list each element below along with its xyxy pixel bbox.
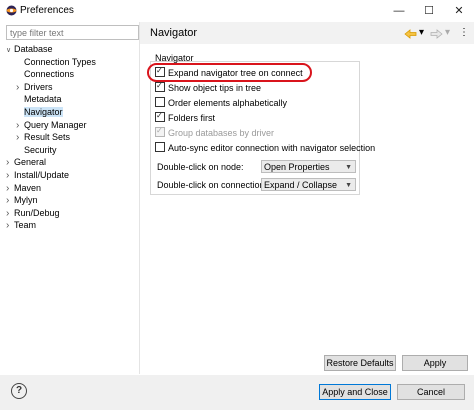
tree-item-team[interactable]: › Team xyxy=(6,219,36,231)
option-label: Auto-sync editor connection with navigat… xyxy=(168,143,376,153)
tree-item-run-debug[interactable]: › Run/Debug xyxy=(6,207,60,219)
chevron-right-icon[interactable]: › xyxy=(6,220,14,232)
tree-item-install-update[interactable]: › Install/Update xyxy=(6,169,69,181)
checkbox-checked-icon xyxy=(155,125,165,137)
minimize-button[interactable]: — xyxy=(384,0,414,22)
chevron-right-icon[interactable]: › xyxy=(6,208,14,220)
option-checkbox[interactable]: Folders first xyxy=(155,110,216,124)
tree-item-navigator[interactable]: Navigator xyxy=(16,106,63,118)
chevron-down-icon[interactable]: ∨ xyxy=(6,45,14,57)
dblclick-node-value: Open Properties xyxy=(264,162,330,172)
tree-item-maven[interactable]: › Maven xyxy=(6,182,41,194)
dblclick-conn-value: Expand / Collapse xyxy=(264,180,338,190)
chevron-right-icon[interactable]: › xyxy=(16,82,24,94)
tree-item-label: Connections xyxy=(24,69,75,80)
tree-item-mylyn[interactable]: › Mylyn xyxy=(6,194,38,206)
dblclick-node-select[interactable]: Open Properties ▼ xyxy=(261,160,356,173)
tree-item-label: Install/Update xyxy=(14,170,70,180)
tree-item-connections[interactable]: Connections xyxy=(16,68,74,80)
tree-item-label: Database xyxy=(14,44,53,54)
dblclick-conn-select[interactable]: Expand / Collapse ▼ xyxy=(261,178,356,191)
option-checkbox[interactable]: Auto-sync editor connection with navigat… xyxy=(155,142,375,154)
cancel-button[interactable]: Cancel xyxy=(397,384,465,400)
tree-item-label: Run/Debug xyxy=(14,207,60,218)
chevron-down-icon: ▼ xyxy=(345,182,352,189)
checkbox-checked-icon[interactable] xyxy=(155,110,165,122)
chevron-right-icon[interactable]: › xyxy=(6,157,14,169)
panel-divider[interactable] xyxy=(139,22,140,374)
option-label: Group databases by driver xyxy=(168,128,275,138)
tree-item-label: Team xyxy=(14,220,37,231)
tree-item-label: Mylyn xyxy=(14,195,38,206)
tree-item-connection-types[interactable]: Connection Types xyxy=(16,56,96,68)
tree-item-label: Result Sets xyxy=(24,132,71,143)
maximize-button[interactable]: ☐ xyxy=(414,0,444,22)
option-checkbox: Group databases by driver xyxy=(155,125,275,139)
window-title: Preferences xyxy=(20,5,74,16)
highlight-annotation xyxy=(147,63,312,82)
tree-item-result-sets[interactable]: › Result Sets xyxy=(16,131,70,143)
tree-item-label: Metadata xyxy=(24,94,62,105)
filter-input[interactable] xyxy=(6,25,139,40)
page-title: Navigator xyxy=(150,27,198,39)
back-menu-chevron-down-icon[interactable]: ▾ xyxy=(419,27,424,38)
tree-item-label: Connection Types xyxy=(24,56,96,67)
checkbox-unchecked-icon[interactable] xyxy=(155,97,165,107)
option-label: Show object tips in tree xyxy=(168,83,262,93)
tree-item-general[interactable]: › General xyxy=(6,156,46,168)
chevron-right-icon[interactable]: › xyxy=(16,120,24,132)
chevron-right-icon[interactable]: › xyxy=(6,170,14,182)
app-icon xyxy=(6,5,17,16)
chevron-right-icon[interactable]: › xyxy=(6,195,14,207)
tree-item-label: General xyxy=(14,157,47,168)
chevron-down-icon: ▼ xyxy=(345,164,352,171)
dblclick-node-label: Double-click on node: xyxy=(157,162,244,172)
tree-item-label: Security xyxy=(24,144,57,155)
tree-item-label: Navigator xyxy=(24,107,63,117)
apply-and-close-button[interactable]: Apply and Close xyxy=(319,384,391,400)
option-label: Folders first xyxy=(168,113,216,123)
chevron-right-icon[interactable]: › xyxy=(6,183,14,195)
help-icon[interactable]: ? xyxy=(11,383,27,399)
forward-arrow-icon[interactable] xyxy=(430,29,443,39)
tree-item-metadata[interactable]: Metadata xyxy=(16,93,62,105)
tree-item-label: Query Manager xyxy=(24,119,87,130)
tree-item-query-manager[interactable]: › Query Manager xyxy=(16,119,87,131)
restore-defaults-button[interactable]: Restore Defaults xyxy=(324,355,396,371)
back-arrow-icon[interactable] xyxy=(404,29,417,39)
apply-button[interactable]: Apply xyxy=(402,355,468,371)
checkbox-checked-icon[interactable] xyxy=(155,80,165,92)
checkbox-unchecked-icon[interactable] xyxy=(155,142,165,152)
close-button[interactable]: ✕ xyxy=(444,0,474,22)
forward-menu-chevron-down-icon[interactable]: ▾ xyxy=(445,27,450,38)
tree-item-database[interactable]: ∨ Database xyxy=(6,43,53,55)
option-checkbox[interactable]: Order elements alphabetically xyxy=(155,97,287,109)
group-label: Navigator xyxy=(155,53,194,63)
option-label: Order elements alphabetically xyxy=(168,98,288,108)
view-menu-icon[interactable]: ⋮ xyxy=(459,27,469,38)
tree-item-security[interactable]: Security xyxy=(16,144,57,156)
option-checkbox[interactable]: Show object tips in tree xyxy=(155,80,262,94)
tree-item-label: Maven xyxy=(14,182,42,193)
chevron-right-icon[interactable]: › xyxy=(16,132,24,144)
dblclick-conn-label: Double-click on connection: xyxy=(157,180,268,190)
tree-item-label: Drivers xyxy=(24,81,53,92)
tree-item-drivers[interactable]: › Drivers xyxy=(16,81,53,93)
